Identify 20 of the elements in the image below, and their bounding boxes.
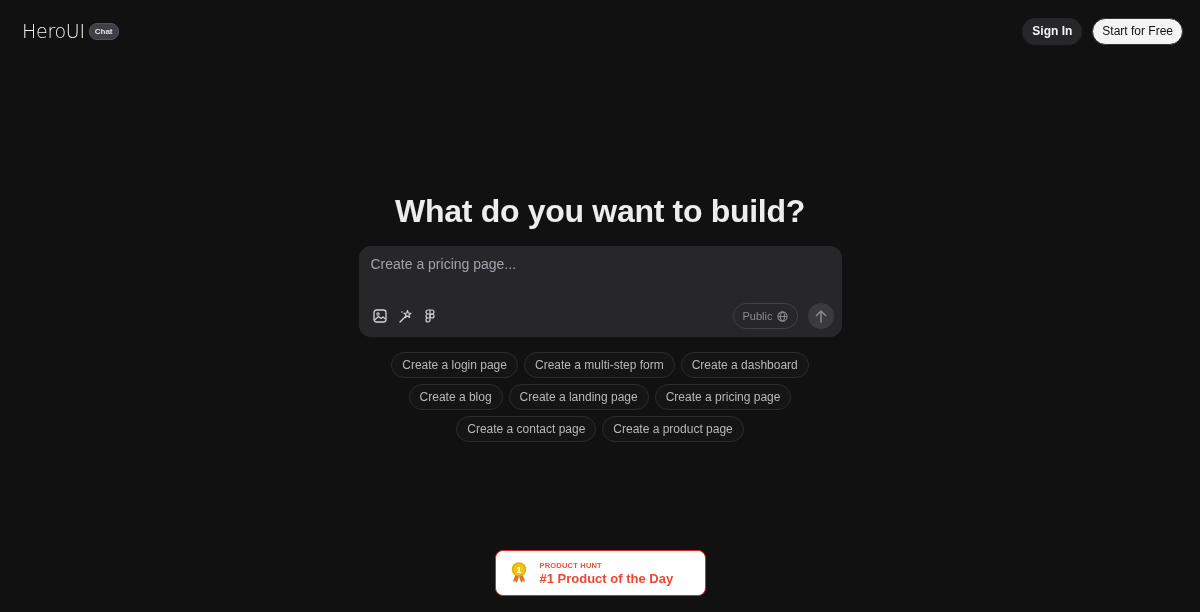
suggestion-chip[interactable]: Create a blog xyxy=(408,384,503,410)
hero-title: What do you want to build? xyxy=(395,192,805,230)
suggestion-chip[interactable]: Create a contact page xyxy=(456,416,597,442)
image-icon[interactable] xyxy=(372,309,387,323)
start-free-button[interactable]: Start for Free xyxy=(1092,17,1183,45)
suggestion-chip[interactable]: Create a pricing page xyxy=(654,384,792,410)
logo-badge: Chat xyxy=(88,22,119,40)
suggestion-chip[interactable]: Create a landing page xyxy=(508,384,649,410)
sign-in-button[interactable]: Sign In xyxy=(1022,17,1083,45)
logo-wordmark[interactable]: HeroUI xyxy=(22,20,85,42)
arrow-up-icon xyxy=(814,309,827,323)
badge-title: #1 Product of the Day xyxy=(539,570,674,586)
suggestion-chip[interactable]: Create a login page xyxy=(391,352,518,378)
suggestion-chip[interactable]: Create a multi-step form xyxy=(523,352,675,378)
magic-wand-icon[interactable] xyxy=(398,309,413,323)
suggestion-chip[interactable]: Create a product page xyxy=(602,416,744,442)
prompt-input-field[interactable]: Create a pricing page... Public xyxy=(358,246,842,337)
figma-icon[interactable] xyxy=(424,309,435,323)
globe-icon xyxy=(776,310,788,322)
suggestion-chip[interactable]: Create a dashboard xyxy=(680,352,809,378)
